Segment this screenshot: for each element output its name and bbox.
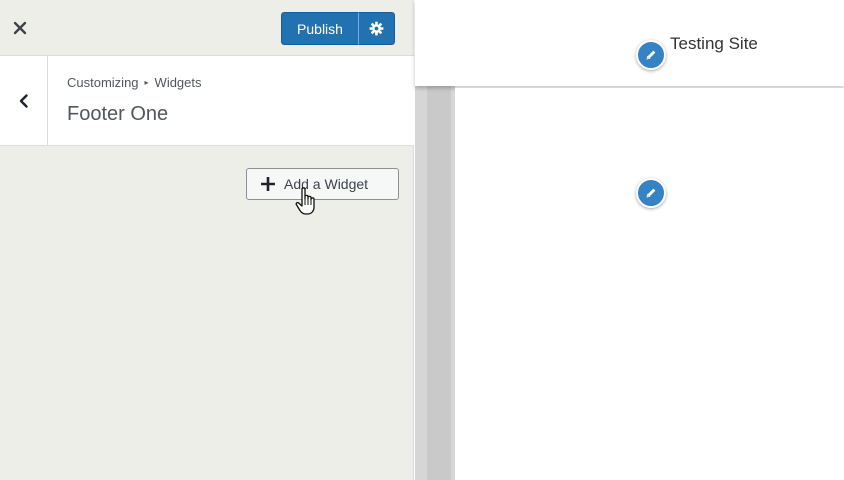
breadcrumb-item-widgets: Widgets <box>154 75 202 90</box>
breadcrumb-item-customizing: Customizing <box>67 75 139 90</box>
footer-widgets-edit-shortcut[interactable] <box>636 178 666 208</box>
section-header: Customizing ▸ Widgets Footer One <box>0 56 414 146</box>
gear-icon <box>369 21 384 36</box>
publish-controls: Publish <box>281 12 395 45</box>
site-header <box>415 0 844 86</box>
pencil-icon <box>646 50 656 60</box>
chevron-left-icon <box>19 94 28 108</box>
close-button[interactable] <box>0 0 40 56</box>
breadcrumb: Customizing ▸ Widgets <box>67 75 202 90</box>
add-widget-button[interactable]: Add a Widget <box>246 168 399 200</box>
site-title-edit-shortcut[interactable] <box>636 40 666 70</box>
breadcrumb-separator-icon: ▸ <box>144 78 149 87</box>
pencil-icon <box>646 188 656 198</box>
plus-icon <box>261 177 275 191</box>
preview-scroll-edge <box>427 86 451 480</box>
section-title: Footer One <box>67 103 169 125</box>
customizer-header: Publish <box>0 0 414 56</box>
close-icon <box>13 21 27 35</box>
add-widget-label: Add a Widget <box>284 176 369 192</box>
site-title[interactable]: Testing Site <box>670 34 758 54</box>
publish-button[interactable]: Publish <box>281 12 358 45</box>
back-button[interactable] <box>0 56 48 146</box>
publish-settings-button[interactable] <box>358 12 395 45</box>
customizer-sidebar: Publish Customizing ▸ Widgets Footer One… <box>0 0 414 480</box>
site-content <box>455 88 844 480</box>
preview-frame-edge <box>415 86 455 480</box>
